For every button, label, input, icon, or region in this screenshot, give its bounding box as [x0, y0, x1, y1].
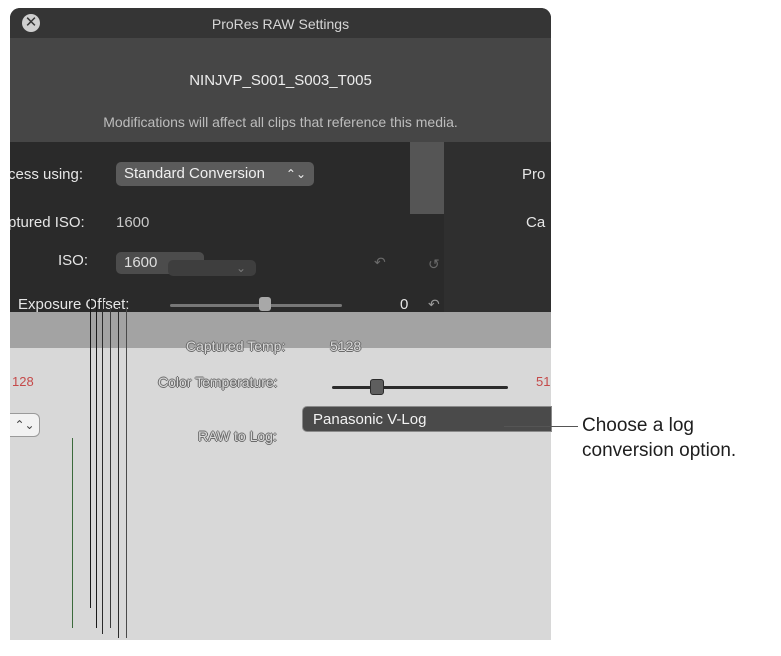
glitch-line — [96, 298, 97, 628]
captured-temp-label: Captured Temp: — [186, 338, 286, 354]
raw-to-log-value: Panasonic V-Log — [313, 411, 427, 428]
process-using-value: Standard Conversion — [124, 165, 265, 182]
callout-line — [504, 426, 578, 427]
exposure-offset-value: 0 — [400, 296, 409, 313]
process-using-label: cess using: — [10, 166, 84, 183]
iso-popup-ghost: ⌄ — [168, 260, 256, 276]
process-using-popup[interactable]: Standard Conversion ⌃⌄ — [116, 162, 314, 186]
color-temperature-thumb[interactable] — [370, 379, 384, 395]
exposure-offset-label: Exposure Offset: — [18, 296, 130, 313]
glitch-line — [110, 308, 111, 628]
color-temperature-label: Color Temperature: — [158, 374, 278, 390]
reset-arrow-icon[interactable]: ↶ — [428, 296, 440, 313]
glitch-line — [102, 298, 103, 634]
callout-text: Choose a log conversion option. — [582, 415, 737, 461]
updown-chevron-icon: ⌃⌄ — [285, 167, 306, 181]
raw-to-log-label: RAW to Log: — [198, 428, 277, 444]
right-process-label: Pro — [522, 166, 546, 183]
color-temperature-slider[interactable] — [332, 386, 508, 389]
glitch-line — [126, 308, 127, 638]
chevron-down-icon: ⌄ — [235, 261, 246, 275]
exposure-offset-slider[interactable] — [170, 304, 342, 307]
left-popup-stepper[interactable]: ⌃⌄ — [10, 413, 40, 437]
window-title: ProRes RAW Settings — [211, 16, 350, 32]
iso-value: 1600 — [124, 254, 158, 271]
color-temp-right-value: 51 — [536, 374, 551, 389]
title-bar: ✕ ProRes RAW Settings — [10, 8, 551, 38]
glitch-line — [72, 438, 73, 628]
clip-header: NINJVP_S001_S003_T005 Modifications will… — [10, 38, 551, 142]
prores-raw-settings-window: ✕ ProRes RAW Settings NINJVP_S001_S003_T… — [10, 8, 551, 640]
color-temp-left-value: 128 — [12, 374, 34, 389]
captured-temp-value: 5128 — [330, 338, 362, 354]
right-captured-label: Ca — [526, 214, 546, 231]
glitch-line — [90, 298, 91, 608]
settings-panel-lower: Captured Temp: 5128 128 Color Temperatur… — [10, 338, 551, 640]
raw-to-log-popup[interactable]: Panasonic V-Log — [302, 406, 552, 432]
reset-arrow-icon: ↶ — [374, 254, 386, 270]
column-divider — [410, 142, 444, 214]
glitch-line — [118, 308, 119, 638]
clip-name: NINJVP_S001_S003_T005 — [189, 72, 372, 89]
iso-label: ISO: — [58, 252, 89, 269]
captured-iso-label: ptured ISO: — [10, 214, 85, 231]
settings-panel-upper: cess using: Standard Conversion ⌃⌄ Pro p… — [10, 142, 551, 313]
warning-text: Modifications will affect all clips that… — [103, 114, 458, 130]
reset-arrow-icon: ↺ — [428, 256, 440, 272]
exposure-offset-thumb[interactable] — [258, 297, 271, 311]
captured-iso-value: 1600 — [116, 214, 150, 231]
